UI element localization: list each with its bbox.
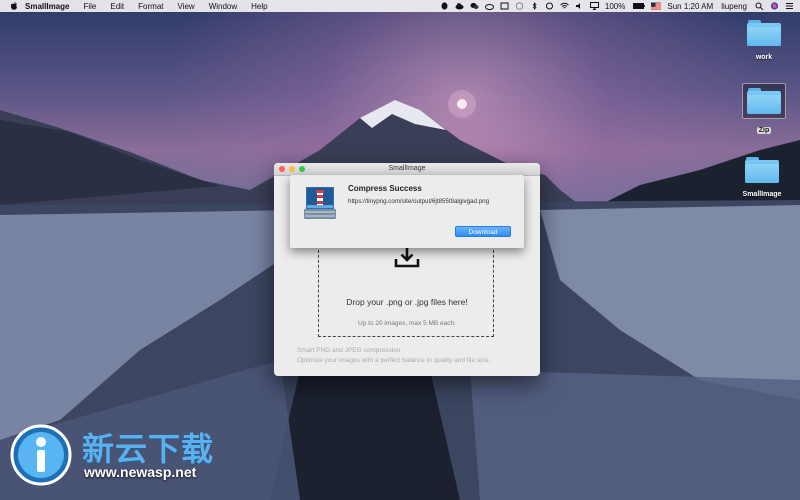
smallimage-app-icon [304, 187, 336, 219]
us-flag-icon[interactable] [651, 2, 662, 10]
siri-icon[interactable] [770, 2, 779, 10]
output-url[interactable]: https://tinypng.com/site/output/6jt855t9… [348, 198, 489, 205]
site-watermark: 新云下载 www.newasp.net [10, 422, 220, 486]
minimize-button[interactable] [289, 166, 295, 172]
folder-icon [747, 88, 781, 114]
newasp-logo-icon [10, 424, 72, 486]
cloud-icon[interactable] [455, 2, 464, 10]
desktop-folder-label: work [755, 54, 773, 61]
menubar-user[interactable]: liupeng [721, 2, 747, 11]
watermark-url: www.newasp.net [84, 464, 197, 480]
download-tray-icon [394, 248, 420, 268]
drop-limits: Up to 20 images, max 5 MB each. [358, 320, 456, 327]
volume-icon[interactable] [575, 2, 584, 10]
menu-file[interactable]: File [83, 2, 96, 11]
menu-view[interactable]: View [178, 2, 195, 11]
wechat-icon[interactable] [470, 2, 479, 10]
qq-penguin-icon[interactable] [440, 2, 449, 10]
window-title: SmallImage [388, 165, 426, 172]
battery-percent[interactable]: 100% [605, 2, 625, 11]
desktop-folder-label: SmallImage [742, 191, 782, 198]
bluetooth-icon[interactable] [530, 2, 539, 10]
battery-icon[interactable] [633, 2, 646, 10]
menu-edit[interactable]: Edit [110, 2, 124, 11]
drop-instruction: Drop your .png or .jpg files here! [346, 297, 468, 307]
menu-bar: SmallImage File Edit Format View Window … [0, 0, 800, 12]
desktop-folder-smallimage[interactable]: SmallImage [728, 157, 796, 201]
footer-description: Optimize your images with a perfect bala… [297, 357, 491, 364]
zoom-button[interactable] [299, 166, 305, 172]
wifi-icon[interactable] [560, 2, 569, 10]
folder-icon [747, 20, 781, 46]
footer-tagline: Smart PNG and JPEG compression [297, 347, 401, 354]
menu-help[interactable]: Help [251, 2, 267, 11]
notification-center-icon[interactable] [785, 2, 794, 10]
menu-format[interactable]: Format [138, 2, 163, 11]
download-button[interactable]: Download [455, 226, 511, 237]
menu-app-name[interactable]: SmallImage [25, 2, 69, 11]
time-machine-icon[interactable] [515, 2, 524, 10]
airplay-icon[interactable] [589, 2, 599, 10]
close-button[interactable] [279, 166, 285, 172]
spotlight-search-icon[interactable] [755, 2, 764, 10]
status-area: 100% Sun 1:20 AM liupeng [440, 0, 800, 12]
sheet-title: Compress Success [348, 184, 422, 193]
desktop-folder-zip[interactable]: Zip [732, 83, 796, 137]
drop-zone[interactable]: Drop your .png or .jpg files here! Up to… [318, 245, 494, 337]
folder-icon [745, 157, 779, 183]
apple-menu-icon[interactable] [9, 1, 19, 11]
compress-success-sheet: Compress Success https://tinypng.com/sit… [290, 175, 524, 248]
cloud-upload-icon[interactable] [484, 2, 494, 10]
sync-icon[interactable] [545, 2, 554, 10]
menubar-clock[interactable]: Sun 1:20 AM [667, 2, 713, 11]
menu-window[interactable]: Window [209, 2, 237, 11]
layers-icon[interactable] [500, 2, 509, 10]
desktop-folder-label: Zip [756, 127, 772, 134]
desktop-folder-work[interactable]: work [732, 20, 796, 64]
